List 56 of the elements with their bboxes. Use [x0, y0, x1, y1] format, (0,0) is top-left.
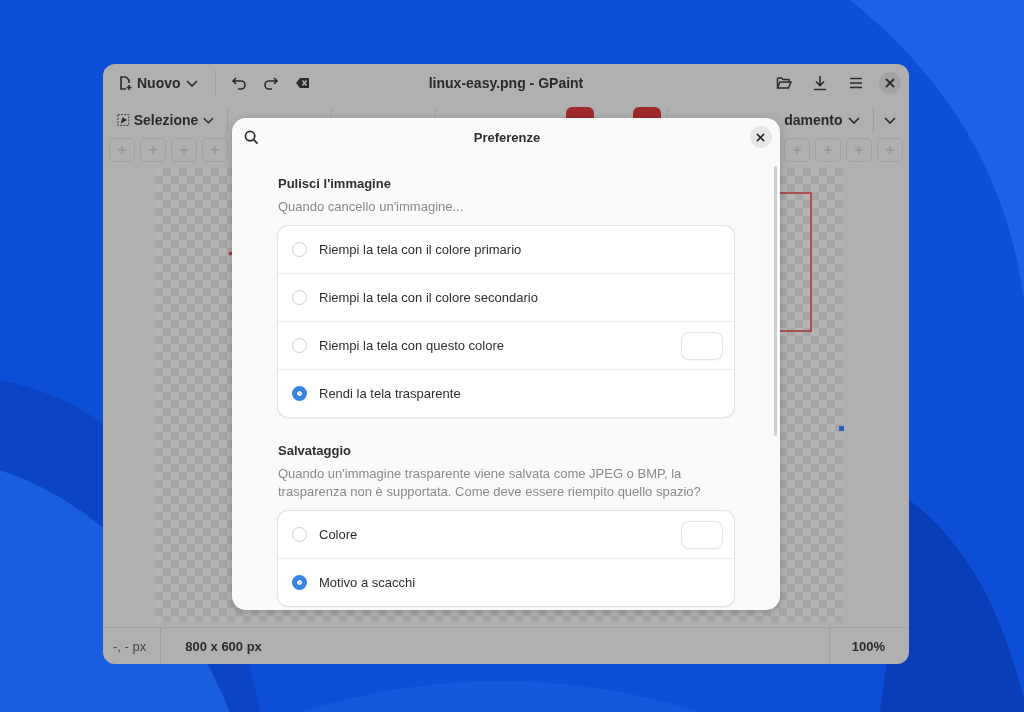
- add-slot-button[interactable]: [846, 137, 872, 162]
- folder-icon: [776, 74, 792, 91]
- section-heading: Salvataggio: [278, 443, 352, 458]
- option-row[interactable]: Motivo a scacchi: [278, 559, 734, 606]
- option-label: Rendi la tela trasparente: [319, 386, 462, 401]
- option-label: Colore: [319, 527, 359, 542]
- plus-icon: [854, 144, 864, 155]
- plus-icon: [179, 144, 189, 155]
- color-button[interactable]: [682, 332, 722, 359]
- plus-icon: [210, 144, 220, 155]
- new-file-icon: [117, 74, 133, 91]
- option-label: Riempi la tela con il colore secondario: [319, 290, 539, 305]
- new-button[interactable]: Nuovo: [111, 68, 205, 97]
- download-icon: [812, 74, 828, 91]
- color-button[interactable]: [682, 521, 722, 548]
- close-button[interactable]: [879, 71, 901, 94]
- zoom-level[interactable]: 100%: [833, 638, 909, 654]
- add-slot-button[interactable]: [815, 137, 841, 162]
- add-slot-button[interactable]: [784, 137, 810, 162]
- add-slot-button[interactable]: [140, 137, 166, 162]
- add-slot-button[interactable]: [171, 137, 197, 162]
- option-row[interactable]: Rendi la tela trasparente: [278, 370, 734, 417]
- plus-icon: [885, 144, 895, 155]
- option-label: Riempi la tela con il colore primario: [319, 242, 523, 257]
- close-icon: [756, 132, 766, 142]
- option-label: Riempi la tela con questo colore: [319, 338, 505, 353]
- radio-button[interactable]: [292, 575, 307, 590]
- option-row[interactable]: Riempi la tela con questo colore: [278, 322, 734, 370]
- option-row[interactable]: Colore: [278, 511, 734, 559]
- section-description: Quando un'immagine trasparente viene salvata come JPEG o BMP, la trasparenza non è supportata. Come deve essere riempito quello spazio?: [278, 465, 702, 501]
- image-size: 800 x 600 px: [184, 638, 262, 654]
- plus-icon: [148, 144, 158, 155]
- selection-icon: [117, 112, 130, 127]
- option-label: Motivo a scacchi: [319, 575, 417, 590]
- resize-handle[interactable]: [839, 426, 844, 431]
- plus-icon: [823, 144, 833, 155]
- dialog-title: Preferenze: [473, 129, 541, 145]
- search-icon: [243, 129, 259, 145]
- plus-icon: [792, 144, 802, 155]
- add-slot-button[interactable]: [202, 137, 228, 162]
- undo-icon: [230, 74, 247, 91]
- option-row[interactable]: Riempi la tela con il colore secondario: [278, 274, 734, 322]
- redo-icon: [262, 74, 279, 91]
- close-button[interactable]: [750, 126, 772, 148]
- section-heading: Pulisci l'immagine: [278, 176, 392, 191]
- cursor-position: -, - px: [112, 638, 148, 654]
- plus-icon: [117, 144, 127, 155]
- radio-button[interactable]: [292, 386, 307, 401]
- tool-menu-button[interactable]: Selezione: [111, 105, 221, 134]
- section-description: Quando cancello un'immagine...: [278, 198, 465, 216]
- close-icon: [885, 77, 895, 88]
- window-title: linux-easy.png - GPaint: [428, 74, 584, 91]
- dot-mark: [229, 252, 232, 255]
- scrollbar[interactable]: [774, 166, 777, 436]
- add-slot-button[interactable]: [109, 137, 135, 162]
- option-row[interactable]: Riempi la tela con il colore primario: [278, 226, 734, 274]
